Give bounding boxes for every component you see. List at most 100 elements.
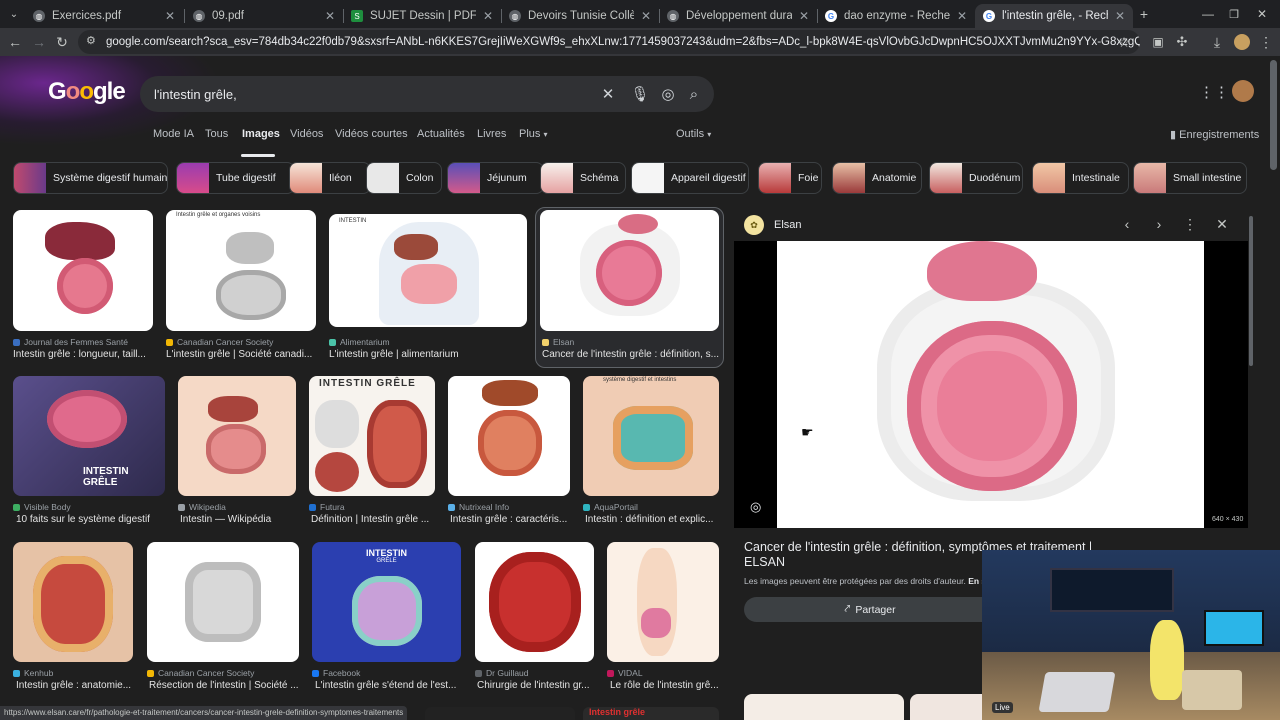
result-thumbnail[interactable]: INTESTIN GRÊLE <box>309 376 435 496</box>
bookmark-star-icon[interactable]: ☆ <box>1114 32 1134 52</box>
result-caption[interactable]: Intestin grêle : longueur, taill... <box>13 349 153 360</box>
result-thumbnail[interactable] <box>448 376 570 496</box>
result-thumbnail[interactable] <box>13 542 133 662</box>
chip-duodenum[interactable]: Duodénum <box>929 162 1023 194</box>
result-thumbnail[interactable]: INTESTIN GRÊLE <box>312 542 461 662</box>
back-icon[interactable]: ← <box>5 32 25 52</box>
extensions-icon[interactable]: ✣ <box>1172 32 1192 52</box>
result-thumbnail[interactable] <box>607 542 719 662</box>
result-caption[interactable]: Intestin grêle : anatomie... <box>16 680 133 691</box>
site-info-icon[interactable]: ⚙ <box>86 34 96 47</box>
result-caption[interactable]: Définition | Intestin grêle ... <box>311 514 435 525</box>
tab-09-pdf[interactable]: ◍ 09.pdf ✕ <box>185 4 343 28</box>
tab-developpement[interactable]: ◍ Développement durable & Éco ✕ <box>659 4 817 28</box>
nav-mode-ia[interactable]: Mode IA <box>153 128 194 140</box>
menu-dots-icon[interactable]: ⋮ <box>1256 32 1276 52</box>
close-icon[interactable]: ✕ <box>799 9 809 23</box>
result-caption[interactable]: Cancer de l'intestin grêle : définition,… <box>542 349 719 360</box>
result-thumbnail-partial[interactable] <box>425 707 575 720</box>
nav-videos-courtes[interactable]: Vidéos courtes <box>335 128 408 140</box>
close-icon[interactable]: ✕ <box>165 9 175 23</box>
chip-systeme-digestif[interactable]: Système digestif humain <box>13 162 168 194</box>
result-caption[interactable]: 10 faits sur le système digestif <box>16 514 165 525</box>
account-avatar[interactable] <box>1232 80 1254 102</box>
result-caption[interactable]: Chirurgie de l'intestin gr... <box>477 680 594 691</box>
restore-icon[interactable]: ❐ <box>1224 4 1244 24</box>
nav-tous[interactable]: Tous <box>205 128 228 140</box>
lens-icon[interactable]: ◎ <box>658 84 678 104</box>
nav-actualites[interactable]: Actualités <box>417 128 465 140</box>
chip-colon[interactable]: Colon <box>366 162 442 194</box>
tab-devoirs[interactable]: ◍ Devoirs Tunisie Collège ✕ <box>501 4 659 28</box>
result-caption[interactable]: L'intestin grêle s'étend de l'est... <box>315 680 461 691</box>
result-caption[interactable]: Résection de l'intestin | Société ... <box>149 680 299 691</box>
panel-scrollbar[interactable] <box>1249 216 1253 366</box>
forward-icon[interactable]: → <box>29 32 49 52</box>
nav-plus[interactable]: Plus ▾ <box>519 128 547 140</box>
close-icon[interactable]: ✕ <box>1115 9 1125 23</box>
profile-avatar[interactable] <box>1232 32 1252 52</box>
share-button[interactable]: ⤤ Partager <box>744 597 996 622</box>
minimize-icon[interactable]: — <box>1198 4 1218 24</box>
result-thumbnail[interactable] <box>540 210 719 331</box>
result-thumbnail[interactable]: Intestin grêle et organes voisins <box>166 210 316 331</box>
nav-livres[interactable]: Livres <box>477 128 506 140</box>
preview-image[interactable]: ◎ 640 × 430 <box>734 241 1248 528</box>
chip-small-intestine[interactable]: Small intestine <box>1133 162 1247 194</box>
result-caption[interactable]: Intestin : définition et explic... <box>585 514 719 525</box>
tab-exercices[interactable]: ◍ Exercices.pdf ✕ <box>25 4 183 28</box>
close-panel-icon[interactable]: ✕ <box>1211 213 1233 235</box>
result-thumbnail[interactable] <box>475 542 594 662</box>
previous-icon[interactable]: ‹ <box>1116 213 1138 235</box>
chip-tube-digestif[interactable]: Tube digestif <box>176 162 295 194</box>
new-tab-button[interactable]: + <box>1134 4 1154 24</box>
tab-intestin-grele[interactable]: G l'intestin grêle, - Recherche Go ✕ <box>975 4 1133 28</box>
google-logo[interactable]: Google <box>48 78 126 106</box>
result-caption[interactable]: Intestin grêle : caractéris... <box>450 514 570 525</box>
result-thumbnail[interactable] <box>147 542 299 662</box>
chip-intestinale[interactable]: Intestinale <box>1032 162 1129 194</box>
next-icon[interactable]: › <box>1148 213 1170 235</box>
chip-schema[interactable]: Schéma <box>540 162 626 194</box>
search-icon[interactable]: ⌕ <box>684 84 704 104</box>
page-scrollbar[interactable] <box>1270 60 1277 170</box>
download-icon[interactable]: ⤓ <box>1207 32 1227 52</box>
close-icon[interactable]: ✕ <box>957 9 967 23</box>
panel-source[interactable]: ✿ Elsan <box>744 214 802 236</box>
chip-jejunum[interactable]: Jéjunum <box>447 162 544 194</box>
result-thumbnail-partial[interactable]: Intestin grêle <box>583 707 719 720</box>
result-thumbnail[interactable] <box>13 210 153 331</box>
result-thumbnail[interactable]: INTESTIN GRÊLE <box>13 376 165 496</box>
more-options-icon[interactable]: ⋮ <box>1179 213 1201 235</box>
tab-sujet-dessin[interactable]: S SUJET Dessin | PDF ✕ <box>343 4 501 28</box>
result-thumbnail[interactable]: INTESTIN <box>329 214 527 327</box>
tab-search-icon[interactable]: ⌄ <box>4 4 24 24</box>
apps-grid-icon[interactable]: ⋮⋮ <box>1199 82 1229 102</box>
result-caption[interactable]: L'intestin grêle | Société canadi... <box>166 349 316 360</box>
close-icon[interactable]: ✕ <box>325 9 335 23</box>
saved-button[interactable]: ▮ Enregistrements <box>1170 128 1259 141</box>
microphone-icon[interactable]: 🎙 <box>630 84 650 104</box>
cast-icon[interactable]: ▣ <box>1148 32 1168 52</box>
reload-icon[interactable]: ↻ <box>52 32 72 52</box>
close-icon[interactable]: ✕ <box>483 9 493 23</box>
result-caption[interactable]: Le rôle de l'intestin grê... <box>610 680 719 691</box>
window-close-icon[interactable]: ✕ <box>1252 4 1272 24</box>
result-thumbnail[interactable] <box>178 376 296 496</box>
clear-icon[interactable]: ✕ <box>598 84 618 104</box>
chip-anatomie[interactable]: Anatomie <box>832 162 922 194</box>
search-box[interactable]: l'intestin grêle, ✕ 🎙 ◎ ⌕ <box>140 76 714 112</box>
chip-foie[interactable]: Foie <box>758 162 822 194</box>
close-icon[interactable]: ✕ <box>641 9 651 23</box>
search-input[interactable]: l'intestin grêle, <box>154 87 237 102</box>
lens-search-icon[interactable]: ◎ <box>750 499 761 515</box>
result-thumbnail[interactable]: système digestif et intestins <box>583 376 719 496</box>
related-image[interactable] <box>910 694 990 720</box>
tools-button[interactable]: Outils ▾ <box>676 128 711 140</box>
nav-images[interactable]: Images <box>242 128 280 140</box>
result-caption[interactable]: Intestin — Wikipédia <box>180 514 296 525</box>
related-image[interactable] <box>744 694 904 720</box>
chip-appareil-digestif[interactable]: Appareil digestif <box>631 162 749 194</box>
address-bar[interactable]: ⚙ google.com/search?sca_esv=784db34c22f0… <box>78 30 1140 54</box>
nav-videos[interactable]: Vidéos <box>290 128 323 140</box>
